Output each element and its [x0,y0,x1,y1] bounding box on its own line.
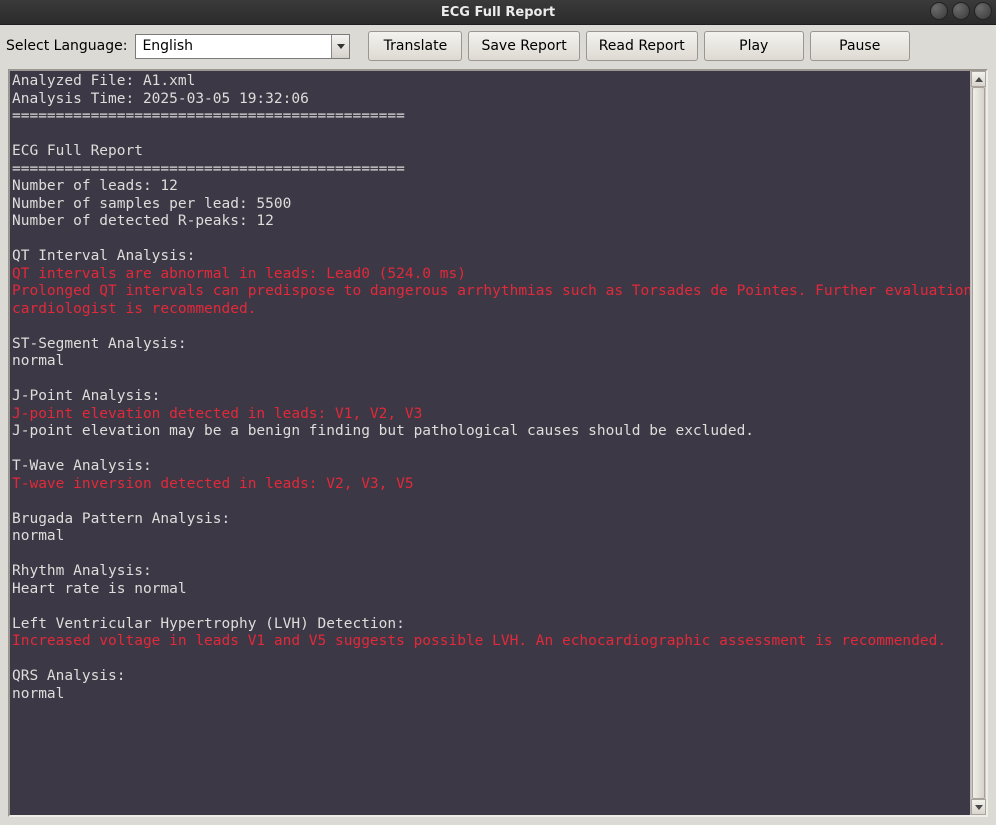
pause-button-label: Pause [839,38,880,54]
report-scroll: Analyzed File: A1.xml Analysis Time: 202… [10,71,986,815]
window-minimize-button[interactable] [930,2,948,20]
play-button[interactable]: Play [704,31,804,61]
window-controls [930,2,992,20]
read-report-button-label: Read Report [599,38,685,54]
language-select-value: English [136,38,331,54]
read-report-button[interactable]: Read Report [586,31,698,61]
language-select[interactable]: English [135,34,350,59]
window-close-button[interactable] [974,2,992,20]
report-text[interactable]: Analyzed File: A1.xml Analysis Time: 202… [10,71,970,815]
report-area: Analyzed File: A1.xml Analysis Time: 202… [8,69,988,817]
save-report-button[interactable]: Save Report [468,31,579,61]
window-title: ECG Full Report [441,5,555,20]
toolbar: Select Language: English Translate Save … [0,25,996,69]
save-report-button-label: Save Report [481,38,566,54]
titlebar[interactable]: ECG Full Report [0,0,996,25]
scroll-up-button[interactable] [971,71,986,87]
language-label: Select Language: [6,38,127,54]
window-maximize-button[interactable] [952,2,970,20]
translate-button-label: Translate [384,38,448,54]
chevron-down-icon[interactable] [331,35,349,58]
play-button-label: Play [739,38,768,54]
vertical-scrollbar[interactable] [970,71,986,815]
scroll-track[interactable] [971,87,986,799]
pause-button[interactable]: Pause [810,31,910,61]
scroll-down-button[interactable] [971,799,986,815]
scroll-thumb[interactable] [972,87,985,799]
app-window: ECG Full Report Select Language: English… [0,0,996,825]
translate-button[interactable]: Translate [368,31,462,61]
